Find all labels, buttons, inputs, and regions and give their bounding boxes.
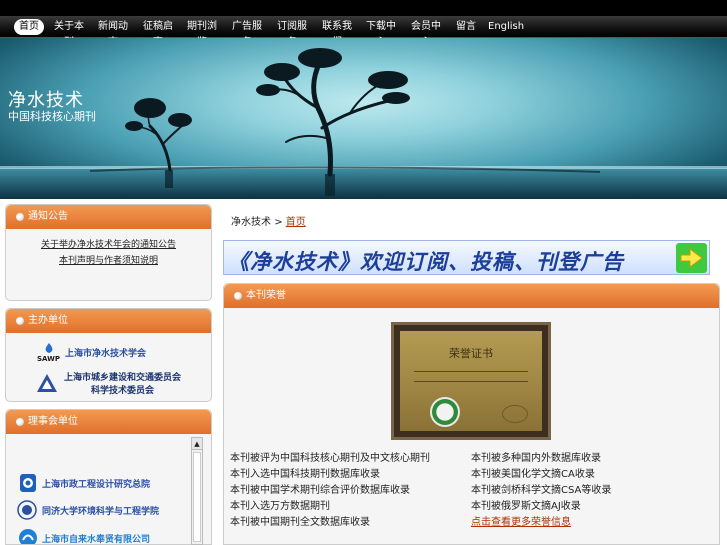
lake-tree-illustration: [0, 48, 727, 199]
list-item[interactable]: 本刊被剑桥科学文摘CSA等收录: [471, 483, 611, 499]
nav-item-contact[interactable]: 联系我们: [320, 19, 354, 48]
bullet-icon: [16, 213, 24, 221]
list-item[interactable]: 本刊被中国学术期刊综合评价数据库收录: [230, 483, 430, 499]
list-item[interactable]: 本刊被中国期刊全文数据库收录: [230, 515, 430, 531]
nav-item-home[interactable]: 首页: [14, 19, 44, 35]
smedi-logo-icon: [20, 474, 36, 492]
list-item[interactable]: 本刊被俄罗斯文摘AJ收录: [471, 499, 611, 515]
sawp-logo-icon: SAWP: [37, 343, 60, 362]
notice-panel: 通知公告 关于举办净水技术年会的通知公告 本刊声明与作者须知说明: [5, 204, 212, 301]
sponsor-logo-sawp[interactable]: SAWP 上海市净水技术学会: [36, 341, 146, 363]
scroll-thumb[interactable]: [193, 452, 201, 542]
list-item[interactable]: 本刊入选中国科技期刊数据库收录: [230, 467, 430, 483]
site-subtitle: 中国科技核心期刊: [8, 110, 96, 123]
notice-panel-title: 通知公告: [28, 211, 68, 222]
seal-icon: [430, 397, 460, 427]
partner-scrollbar[interactable]: ▲: [191, 437, 203, 545]
partner-panel-title: 理事会单位: [28, 416, 78, 427]
sponsor-panel-header: 主办单位: [6, 309, 211, 333]
certificate-title: 荣誉证书: [449, 347, 493, 360]
sponsor-logo-committee[interactable]: 上海市城乡建设和交通委员会 科学技术委员会: [36, 369, 181, 397]
notice-link[interactable]: 关于举办净水技术年会的通知公告: [6, 237, 211, 253]
nav-item-about[interactable]: 关于本刊: [52, 19, 86, 48]
triangle-logo-icon: [37, 374, 57, 392]
honor-list-left: 本刊被评为中国科技核心期刊及中文核心期刊 本刊入选中国科技期刊数据库收录 本刊被…: [230, 451, 430, 531]
nav-item-member[interactable]: 会员中心: [409, 19, 443, 48]
honor-panel-title: 本刊荣誉: [246, 290, 286, 301]
nav-item-browse[interactable]: 期刊浏览: [185, 19, 219, 48]
honor-panel-header: 本刊荣誉: [224, 284, 719, 308]
notice-panel-header: 通知公告: [6, 205, 211, 229]
partner-panel-header: 理事会单位: [6, 410, 211, 434]
breadcrumb-root: 净水技术: [231, 217, 271, 228]
water-logo-icon: [19, 529, 37, 544]
list-item[interactable]: 本刊被美国化学文摘CA收录: [471, 467, 611, 483]
promo-banner[interactable]: 《净水技术》欢迎订阅、投稿、刊登广告: [223, 240, 710, 275]
list-item[interactable]: 本刊被多种国内外数据库收录: [471, 451, 611, 467]
stamp-icon: [502, 405, 528, 423]
nav-item-download[interactable]: 下载中心: [364, 19, 398, 48]
breadcrumb: 净水技术 > 首页: [231, 213, 306, 228]
partner-logo-water[interactable]: 上海市自来水奉贤有限公司: [18, 527, 150, 544]
list-item[interactable]: 本刊入选万方数据期刊: [230, 499, 430, 515]
bullet-icon: [234, 292, 242, 300]
sponsor-panel-title: 主办单位: [28, 315, 68, 326]
list-item[interactable]: 本刊被评为中国科技核心期刊及中文核心期刊: [230, 451, 430, 467]
tongji-logo-icon: [17, 500, 37, 520]
svg-text:SAWP: SAWP: [37, 355, 60, 362]
more-link[interactable]: 点击查看更多荣誉信息: [471, 515, 611, 531]
sponsor-panel: 主办单位 SAWP 上海市净水技术学会 上海市城乡建设和交通委员会 科学技术委员…: [5, 308, 212, 402]
bullet-icon: [16, 317, 24, 325]
nav-item-ads[interactable]: 广告服务: [230, 19, 264, 48]
top-strip: [0, 0, 727, 16]
honor-certificate-image[interactable]: 荣誉证书: [391, 322, 551, 440]
notice-link[interactable]: 本刊声明与作者须知说明: [6, 253, 211, 269]
nav-item-submission[interactable]: 征稿启事: [141, 19, 175, 48]
bullet-icon: [16, 418, 24, 426]
scroll-up-arrow-icon[interactable]: ▲: [192, 438, 202, 450]
main-nav: 首页 关于本刊 新闻动态 征稿启事 期刊浏览 广告服务 订阅服务 联系我们 下载…: [0, 16, 727, 48]
header-banner: 净水技术 中国科技核心期刊: [0, 38, 727, 199]
partner-panel: 理事会单位 上海市政工程设计研究总院 同济大学环境科学与工程学院 上海市自来水奉…: [5, 409, 212, 545]
partner-logo-tongji[interactable]: 同济大学环境科学与工程学院: [16, 499, 159, 521]
nav-item-subscribe[interactable]: 订阅服务: [275, 19, 309, 48]
nav-item-message[interactable]: 留言: [455, 19, 477, 35]
nav-item-news[interactable]: 新闻动态: [96, 19, 130, 48]
breadcrumb-current[interactable]: 首页: [286, 217, 306, 228]
promo-text: 《净水技术》欢迎订阅、投稿、刊登广告: [228, 249, 624, 274]
breadcrumb-separator: >: [274, 217, 283, 228]
partner-logo-smedi[interactable]: 上海市政工程设计研究总院: [18, 472, 150, 494]
nav-item-english[interactable]: English: [488, 19, 524, 35]
promo-arrow-icon: [676, 243, 707, 273]
honor-list-right: 本刊被多种国内外数据库收录 本刊被美国化学文摘CA收录 本刊被剑桥科学文摘CSA…: [471, 451, 611, 531]
